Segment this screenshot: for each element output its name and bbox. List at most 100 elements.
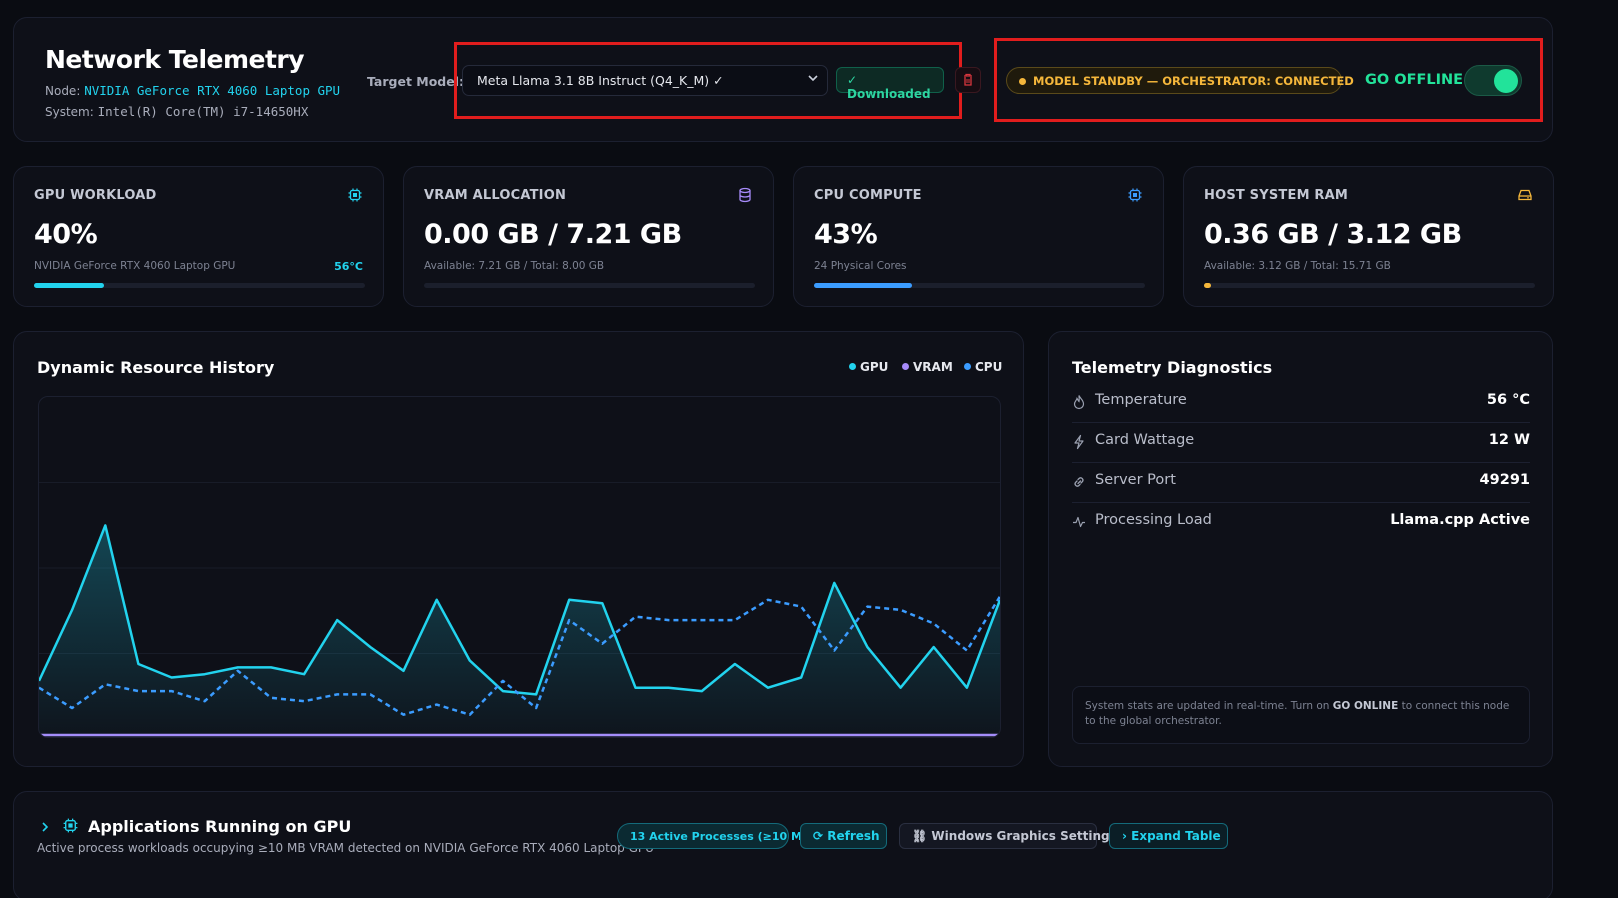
stat-label: VRAM ALLOCATION [424, 188, 567, 203]
toggle-knob [1494, 69, 1518, 93]
node-info: Node: NVIDIA GeForce RTX 4060 Laptop GPU [45, 83, 340, 98]
chevron-right-icon[interactable] [39, 820, 51, 834]
link-icon: ⛓ [912, 829, 928, 843]
progress-bar [424, 283, 755, 288]
diag-key: Server Port [1095, 472, 1176, 488]
chevron-right-icon: › [1122, 829, 1127, 843]
stat-value: 0.36 GB / 3.12 GB [1204, 219, 1462, 250]
windows-graphics-settings-button[interactable]: ⛓ Windows Graphics Settings [899, 823, 1117, 849]
history-title: Dynamic Resource History [37, 358, 275, 377]
diag-value: 56 °C [1486, 392, 1530, 408]
target-model-label: Target Model: [367, 74, 465, 89]
chip-icon [348, 188, 362, 202]
diagnostics-panel: Telemetry Diagnostics Temperature 56 °C … [1048, 331, 1553, 767]
expand-label: Expand Table [1131, 829, 1221, 843]
refresh-icon: ⟳ [813, 829, 824, 843]
system-value: Intel(R) Core(TM) i7-14650HX [97, 104, 309, 119]
model-select-value: Meta Llama 3.1 8B Instruct (Q4_K_M) ✓ [477, 73, 724, 88]
legend-dot [849, 363, 856, 370]
go-offline-label: GO OFFLINE [1365, 72, 1464, 88]
stat-card-cpu: CPU COMPUTE 43% 24 Physical Cores [793, 166, 1164, 307]
diagnostics-note: System stats are updated in real-time. T… [1072, 686, 1530, 744]
progress-bar [34, 283, 365, 288]
flame-icon [1073, 395, 1085, 410]
stat-value: 43% [814, 219, 878, 250]
chip-icon [63, 818, 78, 833]
diag-key: Card Wattage [1095, 432, 1195, 448]
legend-item-cpu: CPU [964, 360, 1002, 374]
system-info: System: Intel(R) Core(TM) i7-14650HX [45, 104, 308, 119]
stat-label: HOST SYSTEM RAM [1204, 188, 1349, 203]
header-panel: Network Telemetry Node: NVIDIA GeForce R… [13, 17, 1553, 142]
stat-value: 0.00 GB / 7.21 GB [424, 219, 682, 250]
progress-fill [814, 283, 912, 288]
progress-fill [34, 283, 104, 288]
trash-icon [964, 73, 972, 86]
progress-fill [1204, 283, 1211, 288]
database-icon [739, 187, 751, 203]
node-label: Node: [45, 84, 81, 98]
gpu-temp-badge: 56°C [334, 260, 363, 273]
diag-row-processing: Processing Load Llama.cpp Active [1072, 503, 1530, 543]
model-select[interactable]: Meta Llama 3.1 8B Instruct (Q4_K_M) ✓ [462, 65, 828, 96]
stat-label: GPU WORKLOAD [34, 188, 157, 203]
activity-icon [1073, 516, 1085, 528]
delete-model-button[interactable] [955, 67, 981, 93]
refresh-label: Refresh [827, 829, 880, 843]
link-icon [1074, 477, 1084, 487]
stat-sub: Available: 7.21 GB / Total: 8.00 GB [424, 260, 605, 272]
diag-value: 49291 [1479, 472, 1530, 488]
expand-table-button[interactable]: › Expand Table [1109, 823, 1228, 849]
status-badge: MODEL STANDBY — ORCHESTRATOR: CONNECTED [1006, 67, 1354, 94]
system-label: System: [45, 105, 94, 119]
downloaded-label: Downloaded [847, 87, 931, 101]
stat-sub: Available: 3.12 GB / Total: 15.71 GB [1204, 260, 1391, 272]
check-icon: ✓ [847, 73, 858, 87]
stat-sub: 24 Physical Cores [814, 260, 907, 272]
diag-key: Temperature [1095, 392, 1187, 408]
diag-value: 12 W [1488, 432, 1530, 448]
bolt-icon [1074, 434, 1084, 450]
progress-bar [1204, 283, 1535, 288]
cpu-icon [1128, 188, 1142, 202]
legend-item-vram: VRAM [902, 360, 953, 374]
gpu-area [39, 525, 1000, 737]
legend-item-gpu: GPU [849, 360, 888, 374]
stat-sub: NVIDIA GeForce RTX 4060 Laptop GPU [34, 260, 236, 272]
stat-label: CPU COMPUTE [814, 188, 922, 203]
node-value: NVIDIA GeForce RTX 4060 Laptop GPU [84, 83, 341, 98]
active-processes-badge: 13 Active Processes (≥10 MB) [617, 823, 815, 849]
legend-dot [964, 363, 971, 370]
progress-bar [814, 283, 1145, 288]
legend-label: VRAM [913, 360, 953, 374]
diag-row-temperature: Temperature 56 °C [1072, 383, 1530, 423]
diagnostics-title: Telemetry Diagnostics [1072, 358, 1273, 377]
downloaded-badge: ✓ Downloaded [836, 67, 944, 101]
stat-value: 40% [34, 219, 98, 250]
page-title: Network Telemetry [45, 45, 305, 74]
note-text: System stats are updated in real-time. T… [1085, 700, 1333, 712]
resource-history-panel: Dynamic Resource History GPU VRAM CPU [13, 331, 1024, 767]
stat-card-ram: HOST SYSTEM RAM 0.36 GB / 3.12 GB Availa… [1183, 166, 1554, 307]
windows-graphics-label: Windows Graphics Settings [931, 829, 1117, 843]
status-dot [1019, 78, 1026, 85]
applications-panel: Applications Running on GPU Active proce… [13, 791, 1553, 898]
legend-label: GPU [860, 360, 889, 374]
online-toggle[interactable] [1464, 65, 1522, 96]
history-chart [38, 396, 1001, 738]
refresh-button[interactable]: ⟳ Refresh [800, 823, 887, 849]
apps-subtitle: Active process workloads occupying ≥10 M… [37, 841, 654, 855]
stat-card-gpu: GPU WORKLOAD 40% NVIDIA GeForce RTX 4060… [13, 166, 384, 307]
drive-icon [1518, 189, 1532, 201]
diag-key: Processing Load [1095, 512, 1212, 528]
note-strong: GO ONLINE [1332, 700, 1399, 712]
legend-dot [902, 363, 909, 370]
diag-row-wattage: Card Wattage 12 W [1072, 423, 1530, 463]
diag-value: Llama.cpp Active [1390, 512, 1530, 528]
legend-label: CPU [975, 360, 1003, 374]
stat-card-vram: VRAM ALLOCATION 0.00 GB / 7.21 GB Availa… [403, 166, 774, 307]
chevron-down-icon [807, 72, 819, 87]
diag-row-port: Server Port 49291 [1072, 463, 1530, 503]
apps-title: Applications Running on GPU [88, 817, 352, 836]
status-text: MODEL STANDBY — ORCHESTRATOR: CONNECTED [1033, 74, 1354, 88]
